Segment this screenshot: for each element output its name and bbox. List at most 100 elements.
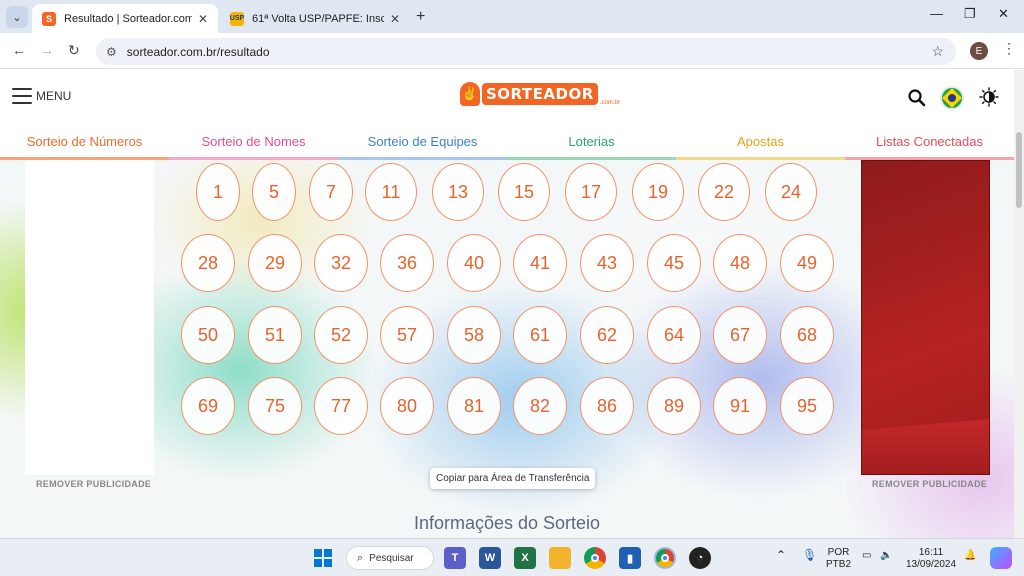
logo-subtext: .com.br [599, 100, 620, 106]
drawn-number-ball: 28 [181, 234, 235, 292]
excel-icon[interactable]: X [514, 547, 536, 569]
clock-date: 13/09/2024 [906, 559, 957, 570]
word-icon[interactable]: W [479, 547, 501, 569]
drawn-number-ball: 81 [447, 377, 501, 435]
category-tab[interactable]: Listas Conectadas [845, 126, 1014, 160]
chevron-up-icon[interactable]: ⌃ [776, 549, 786, 561]
drawn-number-ball: 50 [181, 306, 235, 364]
close-window-icon[interactable]: ✕ [998, 6, 1009, 22]
drawn-number-ball: 77 [314, 377, 368, 435]
drawn-number-ball: 89 [647, 377, 701, 435]
clock-time: 16:11 [918, 547, 944, 558]
microphone-icon[interactable]: 🎙 [802, 549, 817, 561]
theme-toggle-icon[interactable] [979, 87, 999, 107]
volume-icon[interactable]: 🔈 [880, 550, 892, 562]
url-text: sorteador.com.br/resultado [126, 44, 270, 59]
tab-sorteador[interactable]: S Resultado | Sorteador.com.br! ✕ [32, 4, 218, 33]
logo-text: SORTEADOR [482, 83, 598, 105]
minimize-icon[interactable]: — [930, 6, 943, 21]
drawn-number-ball: 36 [380, 234, 434, 292]
menu-button[interactable]: MENU [12, 88, 71, 104]
drawn-numbers-grid: 1 5 7 11 13 15 17 19 22 24 28 29 32 36 40 41 43 45 48 49 50 5… [0, 160, 1014, 460]
drawn-number-ball: 32 [314, 234, 368, 292]
profile-avatar[interactable]: E [970, 42, 988, 60]
remove-ad-link-left[interactable]: REMOVER PUBLICIDADE [36, 479, 151, 489]
brazil-flag-icon[interactable] [940, 86, 964, 110]
browser-tab-strip: ⌄ S Resultado | Sorteador.com.br! ✕ USP … [0, 0, 1024, 33]
drawn-number-ball: 24 [765, 163, 817, 221]
tab-title: Resultado | Sorteador.com.br! [64, 12, 192, 25]
notification-bell-icon[interactable]: 🔔 [964, 550, 976, 562]
usp-favicon-icon: USP [230, 11, 244, 26]
drawn-number-ball: 5 [252, 163, 296, 221]
forward-icon[interactable]: → [40, 42, 54, 58]
hamburger-icon [12, 88, 32, 104]
bookmark-star-icon[interactable]: ☆ [931, 43, 944, 60]
site-info-icon[interactable]: ⚙ [106, 45, 117, 59]
sorteador-favicon-icon: S [42, 11, 56, 26]
keyboard-layout: PTB2 [826, 559, 852, 570]
clock[interactable]: 16:11 13/09/2024 [906, 547, 956, 571]
menu-label: MENU [36, 89, 72, 103]
category-tab[interactable]: Sorteio de Equipes [338, 126, 507, 160]
drawn-number-ball: 19 [632, 163, 684, 221]
media-app-icon[interactable]: ◔ [689, 547, 711, 569]
drawn-number-ball: 58 [447, 306, 501, 364]
drawn-number-ball: 45 [647, 234, 701, 292]
drawn-number-ball: 82 [513, 377, 567, 435]
drawn-number-ball: 64 [647, 306, 701, 364]
category-tab[interactable]: Apostas [676, 126, 845, 160]
category-tab[interactable]: Sorteio de Nomes [169, 126, 338, 160]
language-indicator[interactable]: POR PTB2 [826, 547, 851, 571]
close-tab-icon[interactable]: ✕ [390, 12, 400, 26]
draw-info-heading: Informações do Sorteio [413, 513, 601, 533]
drawn-number-ball: 15 [498, 163, 550, 221]
page-viewport: MENU ✌ SORTEADOR .com.br Sorteio de Núme… [0, 70, 1014, 538]
drawn-number-ball: 17 [565, 163, 617, 221]
back-icon[interactable]: ← [12, 42, 26, 58]
logo-hand-icon: ✌ [460, 82, 480, 106]
drawn-number-ball: 61 [513, 306, 567, 364]
drawn-number-ball: 75 [248, 377, 302, 435]
close-tab-icon[interactable]: ✕ [198, 12, 208, 26]
drawn-number-ball: 43 [580, 234, 634, 292]
drawn-number-ball: 67 [713, 306, 767, 364]
language-code: POR [827, 547, 850, 558]
display-icon[interactable]: ▭ [862, 550, 871, 562]
taskbar-search[interactable]: ⌕ Pesquisar [346, 546, 434, 570]
windows-start-icon[interactable] [314, 549, 332, 567]
reload-icon[interactable]: ↻ [68, 42, 80, 59]
scrollbar-thumb[interactable] [1016, 132, 1022, 208]
drawn-number-ball: 1 [196, 163, 240, 221]
search-icon: ⌕ [357, 551, 364, 564]
site-logo[interactable]: ✌ SORTEADOR .com.br [460, 82, 620, 106]
category-tab[interactable]: Loterias [507, 126, 676, 160]
file-explorer-icon[interactable] [549, 547, 571, 569]
drawn-number-ball: 68 [780, 306, 834, 364]
new-tab-button[interactable]: + [416, 8, 425, 26]
chart-app-icon[interactable]: ▮ [619, 547, 641, 569]
copilot-icon[interactable] [990, 547, 1012, 569]
browser-menu-icon[interactable]: ⋮ [1002, 40, 1016, 57]
page-scrollbar[interactable] [1014, 70, 1024, 538]
drawn-number-ball: 62 [580, 306, 634, 364]
category-tab[interactable]: Sorteio de Números [0, 126, 169, 160]
remove-ad-link-right[interactable]: REMOVER PUBLICIDADE [872, 479, 987, 489]
tab-usp[interactable]: USP 61ª Volta USP/PAPFE: Inscritos g ✕ [220, 4, 410, 33]
drawn-number-ball: 95 [780, 377, 834, 435]
drawn-number-ball: 41 [513, 234, 567, 292]
drawn-number-ball: 22 [698, 163, 750, 221]
drawn-number-ball: 49 [780, 234, 834, 292]
drawn-number-ball: 51 [248, 306, 302, 364]
address-bar[interactable]: ⚙ sorteador.com.br/resultado ☆ [96, 38, 956, 65]
chrome-profile-icon[interactable] [654, 547, 676, 569]
browser-toolbar: ← → ↻ ⚙ sorteador.com.br/resultado ☆ [0, 33, 1024, 69]
drawn-number-ball: 52 [314, 306, 368, 364]
tab-search-button[interactable]: ⌄ [6, 6, 28, 28]
restore-icon[interactable]: ❐ [964, 6, 976, 22]
chrome-icon[interactable] [584, 547, 606, 569]
teams-icon[interactable]: T [444, 547, 466, 569]
drawn-number-ball: 29 [248, 234, 302, 292]
drawn-number-ball: 48 [713, 234, 767, 292]
search-icon[interactable] [908, 89, 926, 107]
